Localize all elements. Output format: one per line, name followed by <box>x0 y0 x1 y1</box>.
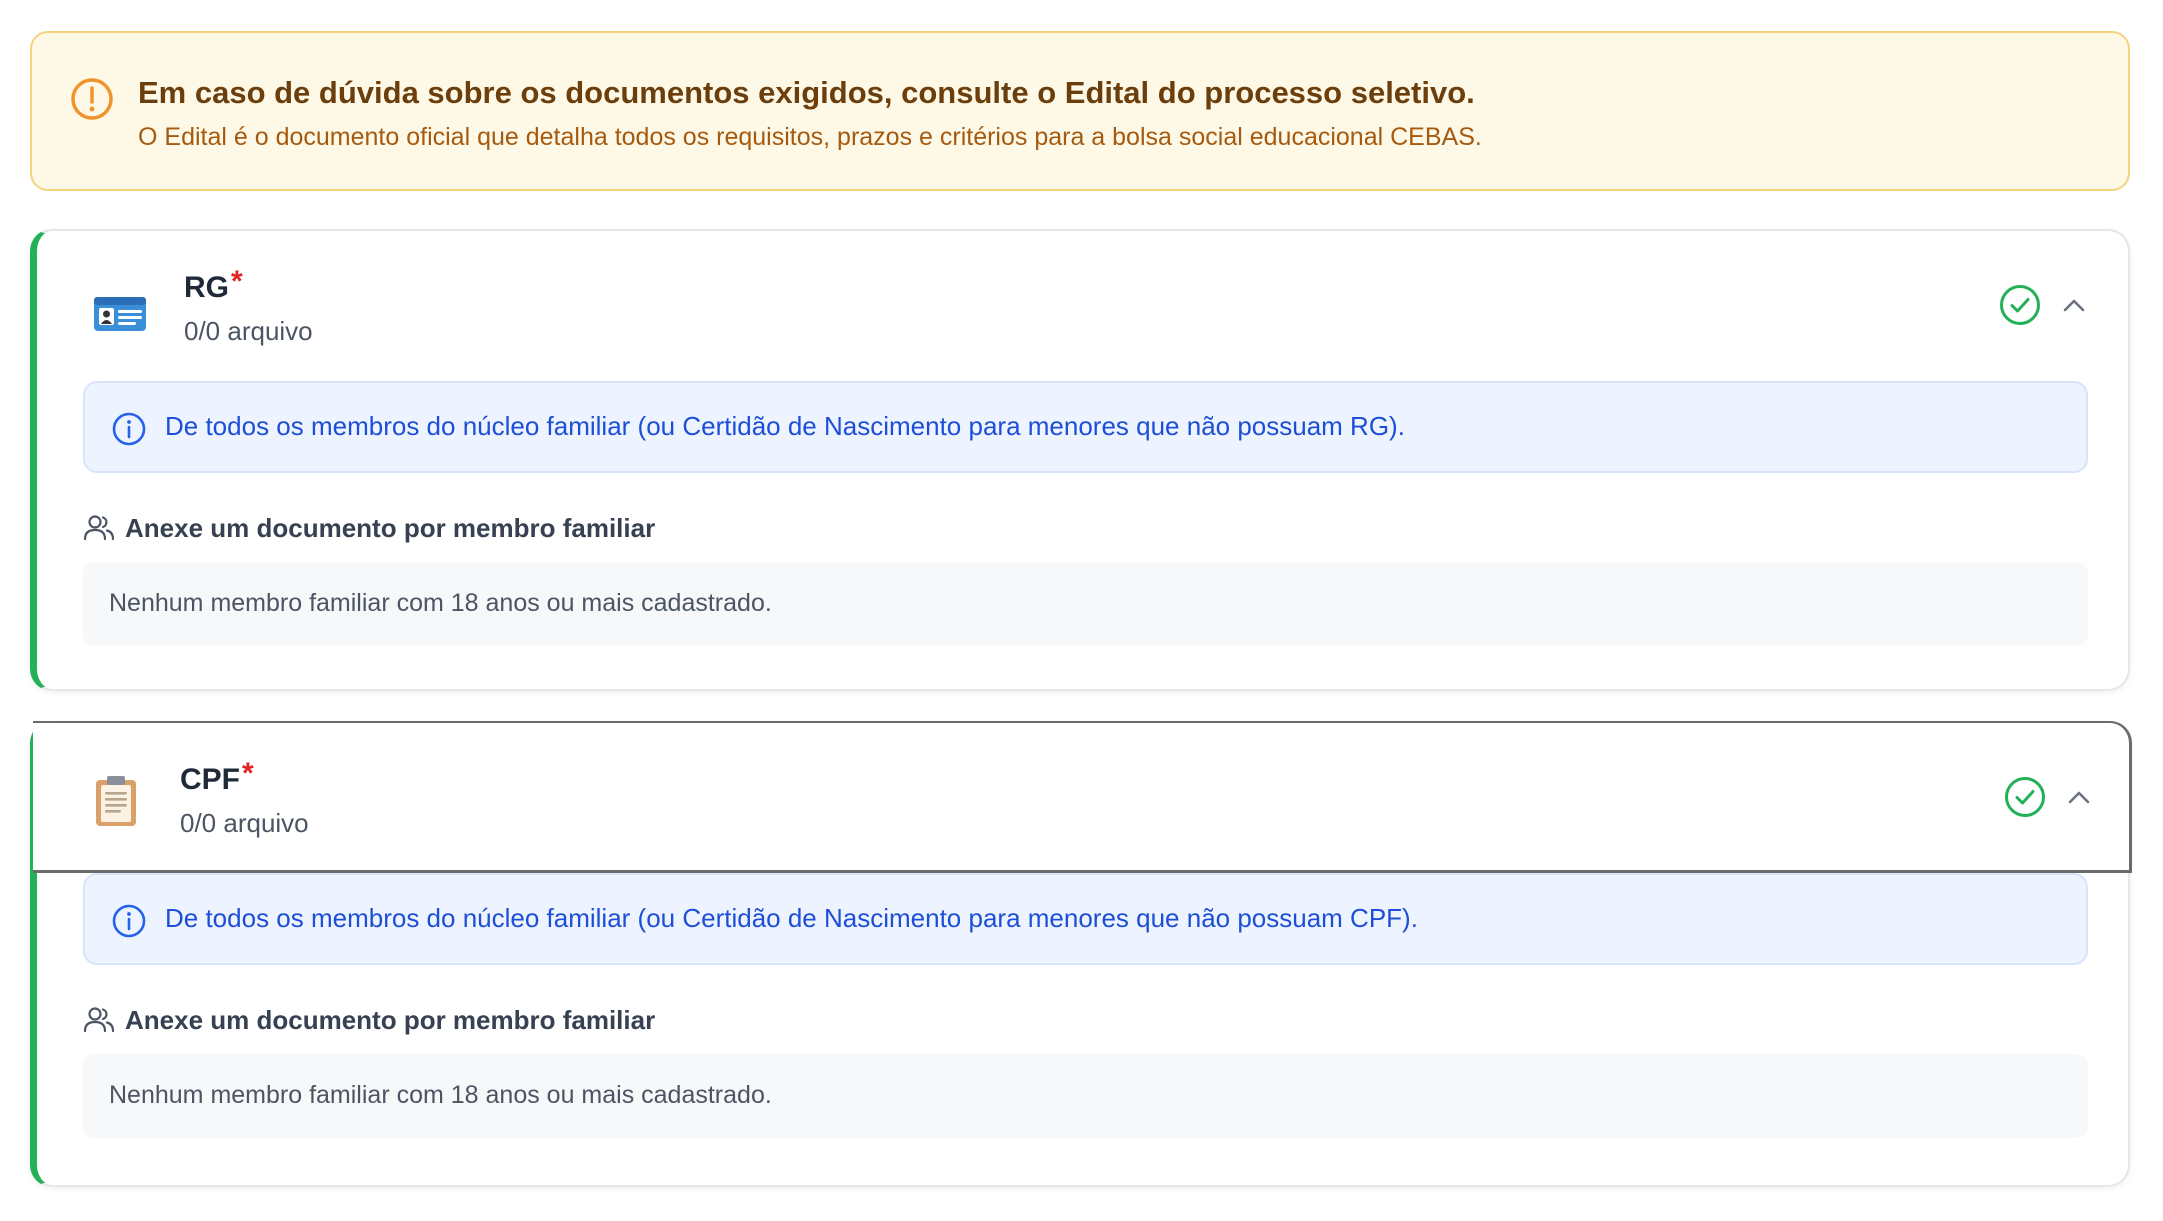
warning-circle-icon <box>71 78 113 120</box>
document-card-cpf: CPF* 0/0 arquivo De todos os membros do … <box>30 721 2132 1187</box>
chevron-up-icon[interactable] <box>2065 785 2093 809</box>
required-asterisk: * <box>231 265 243 298</box>
check-circle-icon <box>2000 285 2040 325</box>
attach-instruction: Anexe um documento por membro familiar <box>83 513 655 544</box>
info-note: De todos os membros do núcleo familiar (… <box>83 381 2088 473</box>
chevron-up-icon[interactable] <box>2060 293 2088 317</box>
check-circle-icon <box>2005 777 2045 817</box>
card-header-rg[interactable]: RG* 0/0 arquivo <box>37 231 2128 381</box>
required-asterisk: * <box>242 757 254 790</box>
info-text: De todos os membros do núcleo familiar (… <box>165 411 1405 441</box>
info-icon <box>112 412 146 446</box>
info-text: De todos os membros do núcleo familiar (… <box>165 903 1418 933</box>
clipboard-icon <box>96 776 136 826</box>
attach-instruction: Anexe um documento por membro familiar <box>83 1005 655 1036</box>
users-icon <box>83 1007 115 1033</box>
file-count: 0/0 arquivo <box>184 316 313 346</box>
info-icon <box>112 904 146 938</box>
empty-members-box: Nenhum membro familiar com 18 anos ou ma… <box>83 562 2088 646</box>
alert-title: Em caso de dúvida sobre os documentos ex… <box>138 75 1475 110</box>
id-card-icon <box>94 297 146 331</box>
empty-members-box: Nenhum membro familiar com 18 anos ou ma… <box>83 1054 2088 1138</box>
card-header-cpf[interactable]: CPF* 0/0 arquivo <box>33 721 2132 873</box>
document-card-rg: RG* 0/0 arquivo De todos os membros do n… <box>30 229 2130 691</box>
empty-message: Nenhum membro familiar com 18 anos ou ma… <box>109 1081 772 1109</box>
alert-description: O Edital é o documento oficial que detal… <box>138 123 1482 151</box>
document-title: RG* <box>184 265 243 304</box>
empty-message: Nenhum membro familiar com 18 anos ou ma… <box>109 589 772 617</box>
info-note: De todos os membros do núcleo familiar (… <box>83 873 2088 965</box>
edital-alert: Em caso de dúvida sobre os documentos ex… <box>30 31 2130 191</box>
document-title: CPF* <box>180 757 254 796</box>
file-count: 0/0 arquivo <box>180 808 309 838</box>
users-icon <box>83 515 115 541</box>
